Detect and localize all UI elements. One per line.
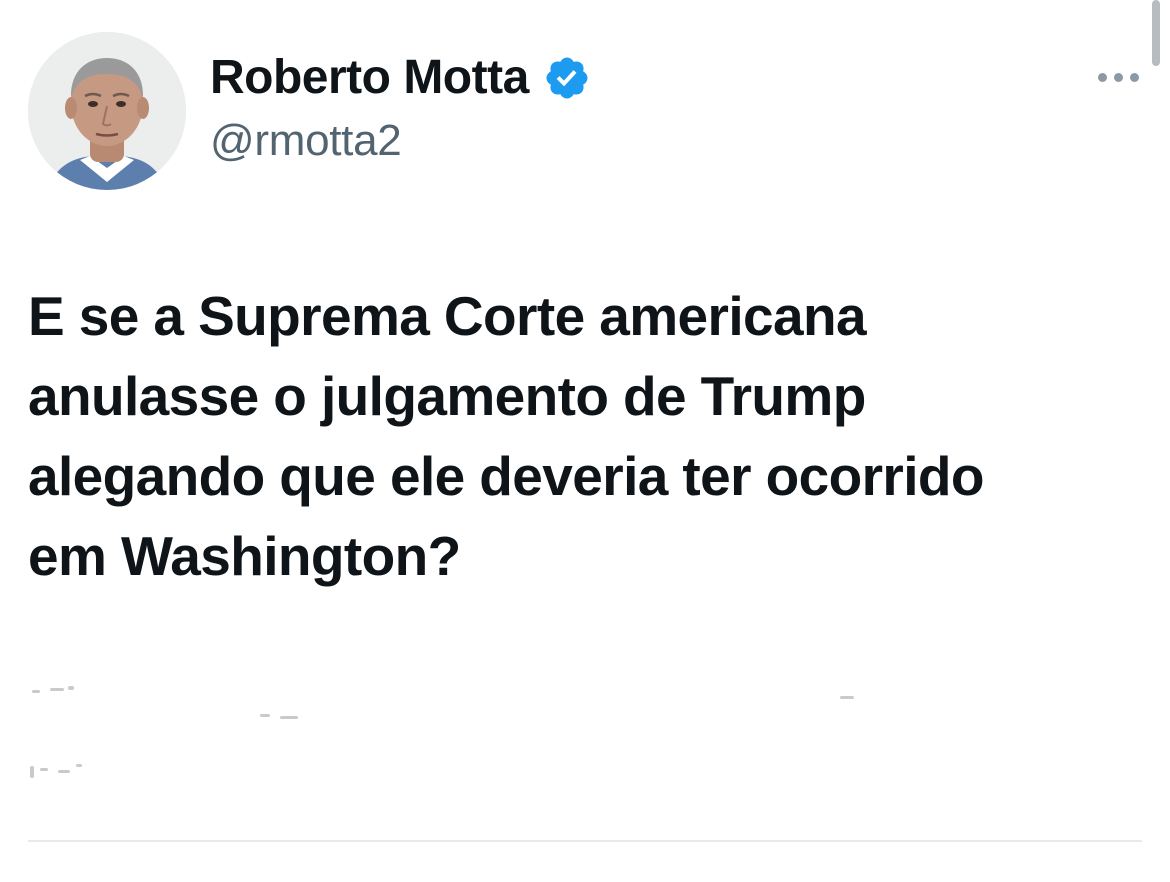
- tweet-divider: [28, 840, 1142, 842]
- profile-photo-icon: [28, 32, 186, 190]
- tweet-text: E se a Suprema Corte americana anulasse …: [28, 285, 984, 587]
- ellipsis-icon: [1129, 72, 1139, 82]
- faded-mark: [50, 688, 64, 691]
- verified-badge-icon[interactable]: [543, 54, 591, 102]
- ellipsis-icon: [1097, 72, 1107, 82]
- tweet-card: Roberto Motta @rmotta2 E se a Suprema Co…: [0, 0, 1170, 882]
- faded-mark: [58, 770, 70, 773]
- faded-mark: [30, 766, 34, 778]
- ellipsis-icon: [1113, 72, 1123, 82]
- faded-mark: [840, 696, 854, 699]
- faded-mark: [68, 686, 74, 690]
- obscured-content: [28, 676, 1138, 796]
- faded-mark: [32, 690, 40, 693]
- faded-mark: [76, 764, 82, 767]
- author-avatar[interactable]: [28, 32, 186, 190]
- faded-mark: [280, 716, 298, 719]
- more-options-button[interactable]: [1088, 58, 1148, 96]
- author-handle[interactable]: @rmotta2: [210, 116, 402, 165]
- faded-mark: [40, 768, 48, 771]
- author-display-name[interactable]: Roberto Motta: [210, 54, 529, 102]
- author-name-row: Roberto Motta: [210, 46, 591, 110]
- faded-mark: [260, 714, 270, 717]
- scrollbar-thumb[interactable]: [1152, 0, 1160, 66]
